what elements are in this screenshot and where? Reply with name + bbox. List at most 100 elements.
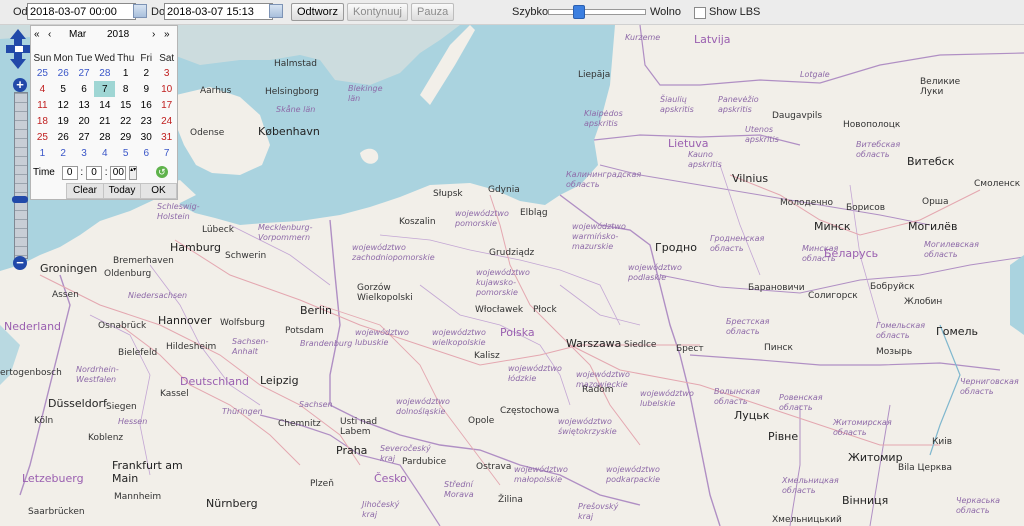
- calendar-day[interactable]: 22: [115, 113, 136, 129]
- calendar-day[interactable]: 1: [32, 145, 53, 161]
- zoom-out-button[interactable]: −: [13, 256, 27, 270]
- calendar-ok-button[interactable]: OK: [140, 183, 177, 199]
- map-label: Sachsen- Anhalt: [232, 337, 269, 356]
- zoom-control[interactable]: + −: [12, 78, 28, 270]
- refresh-time-icon[interactable]: ↺: [155, 166, 168, 178]
- calendar-day[interactable]: 24: [156, 113, 177, 129]
- speed-slow-label: Wolno: [650, 6, 681, 18]
- zoom-slider-handle[interactable]: [12, 196, 28, 203]
- calendar-day[interactable]: 7: [156, 145, 177, 161]
- next-year-icon[interactable]: »: [164, 29, 170, 40]
- prev-month-icon[interactable]: ‹: [48, 29, 51, 40]
- calendar-day[interactable]: 27: [74, 65, 95, 81]
- time-hour-field[interactable]: 0: [61, 166, 78, 180]
- pause-button[interactable]: Pauza: [411, 3, 455, 21]
- calendar-day[interactable]: 16: [136, 97, 156, 113]
- map-label: Орша: [922, 197, 949, 207]
- map-label: Lietuva: [668, 137, 709, 150]
- calendar-day[interactable]: 3: [156, 65, 177, 81]
- to-calendar-icon[interactable]: [269, 4, 283, 18]
- calendar-day[interactable]: 25: [32, 65, 53, 81]
- show-lbs-label: Show LBS: [709, 6, 761, 18]
- calendar-day[interactable]: 20: [74, 113, 95, 129]
- calendar-day[interactable]: 9: [136, 81, 156, 97]
- calendar-day[interactable]: 28: [94, 65, 115, 81]
- calendar-day[interactable]: 4: [94, 145, 115, 161]
- calendar-day[interactable]: 17: [156, 97, 177, 113]
- map-label: Groningen: [40, 262, 98, 275]
- from-calendar-icon[interactable]: [133, 4, 147, 18]
- from-datetime-input[interactable]: [27, 3, 136, 20]
- calendar-today-button[interactable]: Today: [103, 183, 141, 199]
- zoom-in-button[interactable]: +: [13, 78, 27, 92]
- calendar-grid: Sun Mon Tue Wed Thu Fri Sat 25 26 27 28 1 2 3 4 5 6 7 8 9 1…: [32, 51, 177, 161]
- calendar-month[interactable]: Mar: [69, 29, 86, 40]
- map-label: Liepāja: [578, 70, 611, 80]
- calendar-day[interactable]: 4: [32, 81, 53, 97]
- calendar-day[interactable]: 21: [94, 113, 115, 129]
- play-button[interactable]: Odtworz: [291, 3, 344, 21]
- pan-control[interactable]: [6, 29, 30, 69]
- calendar-day[interactable]: 26: [53, 65, 74, 81]
- to-datetime-input[interactable]: [164, 3, 273, 20]
- calendar-day[interactable]: 5: [53, 81, 74, 97]
- calendar-day[interactable]: 15: [115, 97, 136, 113]
- map-label: Oldenburg: [104, 269, 152, 279]
- calendar-day[interactable]: 1: [115, 65, 136, 81]
- calendar-day[interactable]: 5: [115, 145, 136, 161]
- calendar-day[interactable]: 2: [53, 145, 74, 161]
- calendar-day[interactable]: 12: [53, 97, 74, 113]
- map-label: Siegen: [106, 402, 137, 412]
- calendar-day[interactable]: 6: [74, 81, 95, 97]
- speed-fast-label: Szybko: [512, 6, 549, 18]
- calendar-day[interactable]: 29: [115, 129, 136, 145]
- calendar-day[interactable]: 18: [32, 113, 53, 129]
- calendar-day[interactable]: 28: [94, 129, 115, 145]
- map-label: Usti nad Labem: [340, 417, 378, 437]
- map-label: Беларусь: [824, 247, 879, 260]
- calendar-day[interactable]: 3: [74, 145, 95, 161]
- calendar-day[interactable]: 6: [136, 145, 156, 161]
- weekday-header: Sun: [33, 52, 52, 64]
- next-month-icon[interactable]: ›: [152, 29, 155, 40]
- map-label: Leipzig: [260, 374, 299, 387]
- calendar-day[interactable]: 27: [74, 129, 95, 145]
- calendar-day[interactable]: 19: [53, 113, 74, 129]
- map-label: Assen: [52, 290, 79, 300]
- calendar-day[interactable]: 14: [94, 97, 115, 113]
- map-label: Молодечно: [780, 198, 833, 208]
- map-label: Брест: [676, 344, 704, 354]
- map-label: Odense: [190, 128, 225, 138]
- calendar-day[interactable]: 10: [156, 81, 177, 97]
- calendar-day[interactable]: 30: [136, 129, 156, 145]
- calendar-day[interactable]: 7: [94, 81, 116, 97]
- map-label: Калининградская область: [566, 170, 642, 189]
- map-label: Bremerhaven: [113, 256, 174, 266]
- speed-slider[interactable]: [548, 5, 646, 19]
- calendar-day[interactable]: 26: [53, 129, 74, 145]
- map-label: Sachsen: [299, 400, 333, 409]
- speed-slider-handle[interactable]: [573, 5, 586, 19]
- time-stepper[interactable]: ▴▾: [129, 166, 138, 180]
- map-label: København: [258, 125, 320, 138]
- calendar-clear-button[interactable]: Clear: [66, 183, 104, 199]
- calendar-day[interactable]: 25: [32, 129, 53, 145]
- calendar-year[interactable]: 2018: [107, 29, 129, 40]
- map-label: ertogenbosch: [0, 368, 62, 378]
- time-second-field[interactable]: 00: [110, 166, 127, 180]
- map-label: Могилевская область: [924, 240, 979, 259]
- show-lbs-checkbox[interactable]: [694, 7, 706, 19]
- calendar-day[interactable]: 2: [136, 65, 156, 81]
- prev-year-icon[interactable]: «: [34, 29, 40, 40]
- calendar-day[interactable]: 8: [115, 81, 136, 97]
- calendar-day[interactable]: 31: [156, 129, 177, 145]
- zoom-track[interactable]: [14, 92, 28, 259]
- weekday-header: Tue: [75, 52, 93, 64]
- calendar-day[interactable]: 11: [32, 97, 53, 113]
- calendar-day[interactable]: 13: [74, 97, 95, 113]
- pan-arrows-icon[interactable]: [6, 29, 30, 69]
- resume-button[interactable]: Kontynuuj: [347, 3, 408, 21]
- time-minute-field[interactable]: 0: [85, 166, 102, 180]
- calendar-day[interactable]: 23: [136, 113, 156, 129]
- map-label: Düsseldorf: [48, 397, 107, 410]
